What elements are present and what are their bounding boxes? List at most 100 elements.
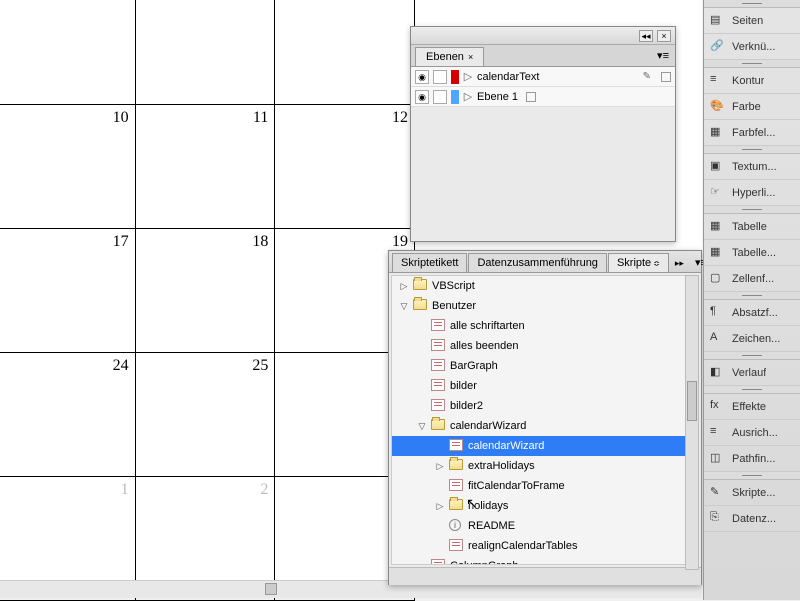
tree-item-label: bilder: [450, 380, 477, 392]
layer-select-box[interactable]: [526, 92, 536, 102]
disclosure-triangle-icon[interactable]: ▷: [398, 281, 410, 292]
align-icon: ≡: [710, 425, 726, 441]
panel-group-handle[interactable]: [704, 472, 800, 480]
folder-icon: [431, 419, 445, 430]
disclosure-triangle-icon[interactable]: ▷: [434, 501, 446, 512]
panel-close-button[interactable]: ×: [657, 30, 671, 42]
scripts-panel-footer: [389, 567, 701, 585]
panel-button-scripts[interactable]: ✎ Skripte...: [704, 480, 800, 506]
layer-expand-icon[interactable]: ▷: [463, 70, 473, 83]
panel-button-align[interactable]: ≡Ausrich...: [704, 420, 800, 446]
visibility-toggle-icon[interactable]: ◉: [415, 70, 429, 84]
pen-target-icon: ✎: [643, 71, 653, 82]
layer-expand-icon[interactable]: ▷: [463, 90, 473, 103]
panel-button-pages[interactable]: ▤Seiten: [704, 8, 800, 34]
calendar-cell[interactable]: 12: [275, 105, 415, 229]
tree-item-label: README: [468, 520, 515, 532]
tab-datenzusammenfuehrung[interactable]: Datenzusammenführung: [468, 253, 606, 272]
layer-row[interactable]: ◉ ▷ Ebene 1: [411, 87, 675, 107]
calendar-cell[interactable]: [135, 0, 275, 105]
layer-select-box[interactable]: [661, 72, 671, 82]
tree-script[interactable]: alle schriftarten: [392, 316, 698, 336]
panel-button-char[interactable]: AZeichen...: [704, 326, 800, 352]
panel-collapse-button[interactable]: ◂◂: [639, 30, 653, 42]
panel-button-label: Verlauf: [732, 367, 766, 379]
panel-group-handle[interactable]: [704, 0, 800, 8]
tree-folder[interactable]: ▽ Benutzer: [392, 296, 698, 316]
tree-item-label: extraHolidays: [468, 460, 535, 472]
calendar-cell[interactable]: 10: [0, 105, 135, 229]
panel-button-table[interactable]: ▦Tabelle: [704, 214, 800, 240]
scrollbar-thumb[interactable]: [265, 583, 277, 595]
tab-close-icon[interactable]: ×: [468, 52, 473, 62]
tab-ebenen[interactable]: Ebenen ×: [415, 47, 484, 66]
panel-button-label: Skripte...: [732, 487, 775, 499]
layers-tabs: Ebenen × ▾≡: [411, 45, 675, 67]
panel-button-para[interactable]: ¶Absatzf...: [704, 300, 800, 326]
visibility-toggle-icon[interactable]: ◉: [415, 90, 429, 104]
disclosure-triangle-icon[interactable]: ▽: [416, 421, 428, 432]
disclosure-triangle-icon[interactable]: ▽: [398, 301, 410, 312]
panel-button-tablestyles[interactable]: ▦Tabelle...: [704, 240, 800, 266]
scripts-icon: ✎: [710, 485, 726, 501]
panel-button-label: Datenz...: [732, 513, 776, 525]
disclosure-triangle-icon[interactable]: ▷: [434, 461, 446, 472]
layer-name[interactable]: Ebene 1: [477, 91, 518, 103]
tree-script[interactable]: fitCalendarToFrame: [392, 476, 698, 496]
layer-row[interactable]: ◉ ▷ calendarText ✎: [411, 67, 675, 87]
panel-group-handle[interactable]: [704, 292, 800, 300]
lock-toggle[interactable]: [433, 70, 447, 84]
lock-toggle[interactable]: [433, 90, 447, 104]
calendar-cell[interactable]: [0, 0, 135, 105]
scripts-tree[interactable]: ▷VBScript ▽ Benutzer alle schriftartenalles…: [391, 275, 699, 565]
layer-name[interactable]: calendarText: [477, 71, 539, 83]
scripts-panel: Skriptetikett Datenzusammenführung Skrip…: [388, 250, 702, 585]
calendar-cell[interactable]: 17: [0, 229, 135, 353]
folder-icon: [413, 279, 427, 290]
tree-script[interactable]: bilder2: [392, 396, 698, 416]
panel-button-hyperlink[interactable]: ☞Hyperli...: [704, 180, 800, 206]
panel-group-handle[interactable]: [704, 386, 800, 394]
layers-panel-titlebar[interactable]: ◂◂ ×: [411, 27, 675, 45]
calendar-cell[interactable]: 24: [0, 353, 135, 477]
tree-script[interactable]: bilder: [392, 376, 698, 396]
scripts-vertical-scrollbar[interactable]: [685, 275, 699, 570]
panel-group-handle[interactable]: [704, 60, 800, 68]
tree-script[interactable]: realignCalendarTables: [392, 536, 698, 556]
tree-script[interactable]: ColumnGraph: [392, 556, 698, 565]
panel-button-stroke[interactable]: ≡Kontur: [704, 68, 800, 94]
calendar-cell[interactable]: [275, 0, 415, 105]
panel-button-links[interactable]: 🔗Verknü...: [704, 34, 800, 60]
tree-script[interactable]: calendarWizard: [392, 436, 698, 456]
tree-script[interactable]: BarGraph: [392, 356, 698, 376]
panel-group-handle[interactable]: [704, 146, 800, 154]
layers-panel-menu-button[interactable]: ▾≡: [651, 45, 675, 66]
panel-button-pathfinder[interactable]: ◫Pathfin...: [704, 446, 800, 472]
calendar-cell[interactable]: 11: [135, 105, 275, 229]
info-icon: i: [449, 519, 461, 531]
tree-script[interactable]: alles beenden: [392, 336, 698, 356]
tree-folder[interactable]: ▷ extraHolidays: [392, 456, 698, 476]
panel-button-swatches[interactable]: ▦Farbfel...: [704, 120, 800, 146]
panel-group-handle[interactable]: [704, 206, 800, 214]
panel-button-cellstyles[interactable]: ▢Zellenf...: [704, 266, 800, 292]
panel-button-datamerge[interactable]: ⎘Datenz...: [704, 506, 800, 532]
panel-button-fx[interactable]: fxEffekte: [704, 394, 800, 420]
folder-icon: [413, 299, 427, 310]
tree-folder[interactable]: ▷VBScript: [392, 276, 698, 296]
calendar-cell[interactable]: 18: [135, 229, 275, 353]
panel-button-color[interactable]: 🎨Farbe: [704, 94, 800, 120]
tree-folder[interactable]: ▷holidays: [392, 496, 698, 516]
tree-folder[interactable]: ▽calendarWizard: [392, 416, 698, 436]
tab-skripte[interactable]: Skripte≎: [608, 253, 669, 272]
tree-readme[interactable]: i README: [392, 516, 698, 536]
scrollbar-thumb[interactable]: [687, 381, 697, 421]
panel-group-handle[interactable]: [704, 352, 800, 360]
script-icon: [431, 399, 445, 411]
panel-button-gradient[interactable]: ◧Verlauf: [704, 360, 800, 386]
panel-button-textwrap[interactable]: ▣Textum...: [704, 154, 800, 180]
panel-collapse-button[interactable]: ▸▸: [670, 255, 689, 272]
calendar-cell[interactable]: 25: [135, 353, 275, 477]
tree-item-label: Benutzer: [432, 300, 476, 312]
tab-skriptetikett[interactable]: Skriptetikett: [392, 253, 467, 272]
